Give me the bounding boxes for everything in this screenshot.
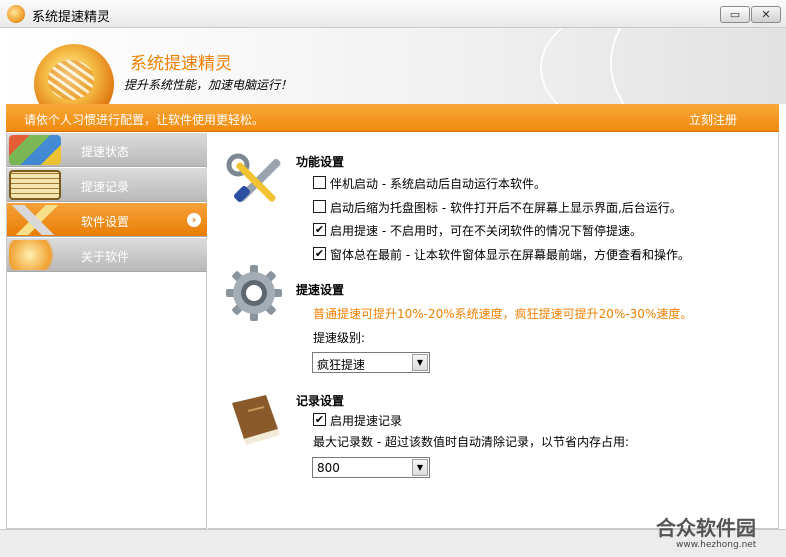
- tray-minimize-checkbox[interactable]: [313, 200, 326, 213]
- close-button[interactable]: ✕: [751, 6, 781, 23]
- record-settings-title: 记录设置: [296, 394, 345, 408]
- header-banner: 系统提速精灵 提升系统性能，加速电脑运行！: [0, 28, 786, 104]
- speed-settings-title: 提速设置: [296, 283, 345, 297]
- header-title: 系统提速精灵: [130, 54, 232, 74]
- sidebar-item-label: 软件设置: [81, 215, 130, 229]
- enable-speedup-checkbox[interactable]: ✔: [313, 223, 326, 236]
- speed-level-label: 提速级别:: [313, 331, 366, 345]
- chevron-down-icon[interactable]: ▼: [412, 354, 428, 371]
- register-link[interactable]: 立刻注册: [689, 111, 737, 128]
- sidebar-item-about[interactable]: 关于软件: [7, 238, 207, 272]
- title-bar: 系统提速精灵 ▭ ✕: [0, 0, 786, 28]
- sidebar: 提速状态 提速记录 软件设置 › 关于软件: [6, 133, 207, 529]
- always-on-top-checkbox[interactable]: ✔: [313, 247, 326, 260]
- windows-logo-icon: [9, 135, 61, 165]
- sidebar-item-speed-records[interactable]: 提速记录: [7, 168, 207, 202]
- max-records-select[interactable]: 800 ▼: [312, 457, 430, 478]
- speed-description: 普通提速可提升10%-20%系统速度，疯狂提速可提升20%-30%速度。: [313, 307, 693, 321]
- sidebar-item-label: 关于软件: [81, 250, 130, 264]
- enable-records-checkbox[interactable]: ✔: [313, 413, 326, 426]
- wrench-screwdriver-icon: [226, 153, 281, 202]
- autostart-label: 伴机启动 - 系统启动后自动运行本软件。: [330, 177, 546, 191]
- watermark-text: 合众软件园: [656, 516, 756, 540]
- chevron-right-icon: ›: [187, 213, 201, 227]
- settings-panel: 功能设置 伴机启动 - 系统启动后自动运行本软件。 启动后缩为托盘图标 - 软件…: [208, 133, 779, 529]
- book-icon: [232, 395, 280, 445]
- watermark-url: www.hezhong.net: [676, 540, 757, 550]
- sidebar-item-software-settings[interactable]: 软件设置 ›: [7, 203, 207, 237]
- enable-speedup-label: 启用提速 - 不启用时，可在不关闭软件的情况下暂停提速。: [330, 224, 642, 238]
- app-logo-icon: [9, 240, 61, 270]
- decorative-swoosh: [610, 28, 786, 104]
- sidebar-item-label: 提速记录: [81, 180, 130, 194]
- header-subtitle: 提升系统性能，加速电脑运行！: [124, 78, 293, 92]
- sidebar-item-speed-status[interactable]: 提速状态: [7, 133, 207, 167]
- tray-minimize-label: 启动后缩为托盘图标 - 软件打开后不在屏幕上显示界面,后台运行。: [330, 201, 682, 215]
- autostart-checkbox[interactable]: [313, 176, 326, 189]
- max-records-value: 800: [317, 461, 340, 475]
- gear-icon: [226, 265, 282, 321]
- function-settings-title: 功能设置: [296, 155, 345, 169]
- chevron-down-icon[interactable]: ▼: [412, 459, 428, 476]
- hint-bar: 请依个人习惯进行配置，让软件使用更轻松。 立刻注册: [6, 104, 779, 132]
- max-records-label: 最大记录数 - 超过该数值时自动清除记录，以节省内存占用:: [313, 435, 630, 449]
- minimize-button[interactable]: ▭: [720, 6, 750, 23]
- records-icon: [9, 170, 61, 200]
- window-title: 系统提速精灵: [32, 10, 111, 25]
- hint-text: 请依个人习惯进行配置，让软件使用更轻松。: [24, 113, 265, 127]
- enable-records-label: 启用提速记录: [330, 414, 403, 428]
- speed-level-value: 疯狂提速: [317, 358, 366, 372]
- tools-icon: [9, 205, 61, 235]
- always-on-top-label: 窗体总在最前 - 让本软件窗体显示在屏幕最前端，方便查看和操作。: [330, 248, 690, 262]
- speed-level-select[interactable]: 疯狂提速 ▼: [312, 352, 430, 373]
- app-logo-icon: [7, 5, 25, 23]
- sidebar-item-label: 提速状态: [81, 145, 130, 159]
- app-logo-icon: [34, 44, 114, 104]
